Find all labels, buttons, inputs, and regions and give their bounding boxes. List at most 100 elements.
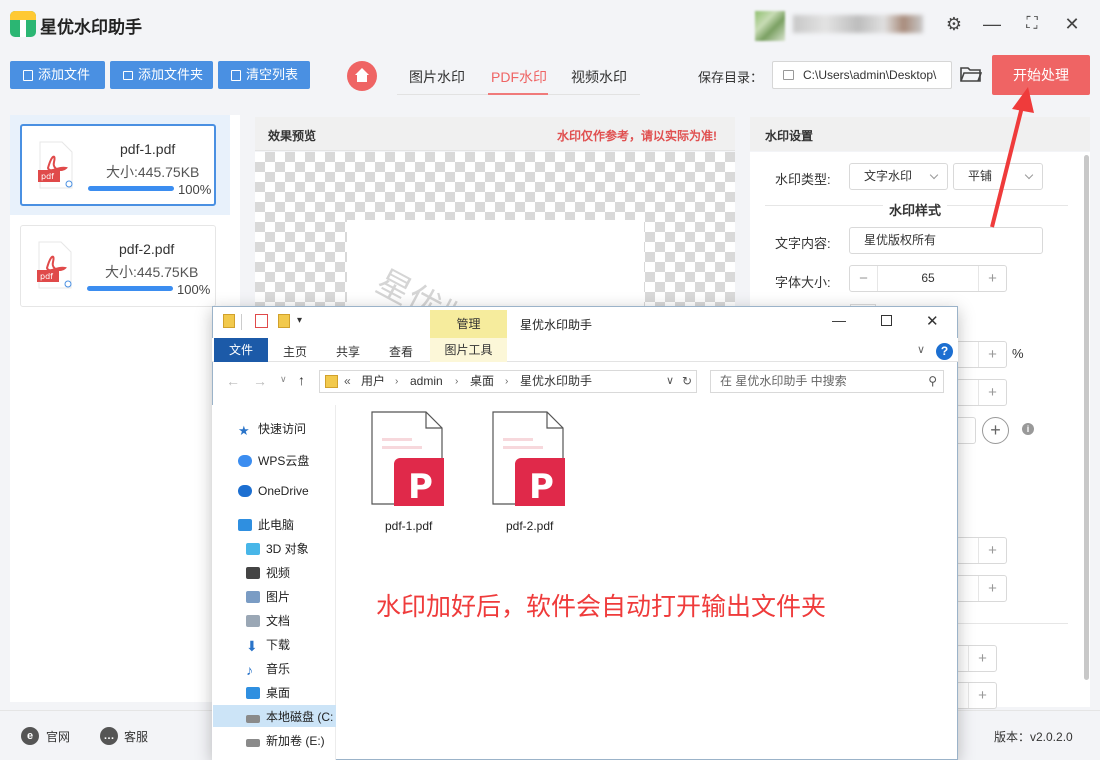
info-icon[interactable]: i [1022, 423, 1034, 435]
service-link[interactable]: 客服 [124, 728, 148, 745]
nav-desktop[interactable]: 桌面 [246, 684, 290, 701]
save-dir-input[interactable]: C:\Users\admin\Desktop\ [772, 61, 952, 89]
plus-icon[interactable]: + [978, 576, 1006, 601]
ribbon-tab-share[interactable]: 共享 [336, 343, 360, 360]
nav-videos[interactable]: 视频 [246, 564, 290, 581]
nav-label: 新加卷 (E:) [266, 734, 325, 748]
watermark-type-select[interactable]: 文字水印 [849, 163, 948, 190]
stepper-control[interactable]: + [956, 379, 1007, 406]
ribbon-tab-picture-tools[interactable]: 图片工具 [430, 338, 507, 362]
minus-icon[interactable]: − [850, 266, 878, 291]
explorer-file-name[interactable]: pdf-2.pdf [506, 519, 553, 533]
recent-dropdown-icon[interactable]: ∨ [280, 374, 287, 385]
breadcrumb-item[interactable]: admin [410, 371, 443, 392]
user-avatar[interactable] [755, 11, 785, 41]
pdf-file-icon: pdf [37, 241, 72, 289]
home-button[interactable] [347, 61, 377, 91]
ribbon-tab-file[interactable]: 文件 [214, 338, 268, 362]
nav-pictures[interactable]: 图片 [246, 588, 290, 605]
chevron-down-icon[interactable]: ∨ [666, 371, 674, 392]
trash-icon [231, 70, 241, 81]
nav-label: 桌面 [266, 686, 291, 700]
explorer-file-name[interactable]: pdf-1.pdf [385, 519, 432, 533]
pdf-file-icon[interactable]: P [491, 410, 565, 506]
up-icon[interactable]: ↑ [298, 372, 305, 388]
breadcrumb-item[interactable]: 用户 [361, 371, 385, 392]
nav-downloads[interactable]: ⬇ 下载 [246, 636, 290, 654]
plus-icon[interactable]: + [978, 342, 1006, 367]
file-card[interactable]: pdf pdf-1.pdf 大小:445.75KB 100% [20, 124, 216, 206]
progress-bar [87, 286, 173, 291]
website-icon[interactable]: e [21, 727, 39, 745]
text-content-label: 文字内容: [775, 236, 831, 251]
nav-local-disk-c[interactable]: 本地磁盘 (C: [246, 708, 334, 725]
user-name-blurred [793, 15, 923, 33]
ribbon-tab-home[interactable]: 主页 [283, 343, 307, 360]
dropdown-icon[interactable]: ▾ [297, 315, 302, 326]
ribbon-tab-view[interactable]: 查看 [389, 343, 413, 360]
picture-icon [246, 591, 260, 603]
help-icon[interactable]: ? [936, 343, 953, 360]
expand-ribbon-icon[interactable]: ∨ [917, 343, 925, 356]
breadcrumb-item[interactable]: 桌面 [470, 371, 494, 392]
minimize-icon[interactable]: — [832, 312, 846, 328]
new-folder-icon[interactable] [278, 314, 290, 328]
close-icon[interactable]: ✕ [1058, 10, 1086, 38]
stepper-control[interactable]: + [956, 682, 997, 709]
maximize-icon[interactable]: ⛶ [1018, 10, 1046, 38]
properties-icon[interactable] [255, 314, 268, 328]
preview-note: 水印仅作参考，请以实际为准! [557, 129, 717, 143]
tab-pdf-watermark[interactable]: PDF水印 [491, 67, 547, 87]
close-icon[interactable]: ✕ [926, 312, 939, 330]
nav-quick-access[interactable]: ★ 快速访问 [238, 420, 306, 438]
service-chat-icon[interactable]: … [100, 727, 118, 745]
forward-icon[interactable]: → [253, 373, 267, 389]
nav-new-volume-e[interactable]: 新加卷 (E:) [246, 732, 325, 749]
plus-icon[interactable]: + [968, 646, 996, 671]
settings-scrollbar[interactable] [1084, 155, 1089, 680]
add-folder-button[interactable]: 添加文件夹 [110, 61, 213, 89]
nav-3d-objects[interactable]: 3D 对象 [246, 540, 309, 557]
search-input[interactable]: 在 星优水印助手 中搜索 ⚲ [710, 370, 944, 393]
nav-this-pc[interactable]: 此电脑 [238, 516, 294, 533]
manage-tab[interactable]: 管理 [430, 310, 507, 338]
clear-list-button[interactable]: 清空列表 [218, 61, 310, 89]
file-card[interactable]: pdf pdf-2.pdf 大小:445.75KB 100% [20, 225, 216, 307]
percent-sign: % [1012, 346, 1024, 361]
tab-video-watermark[interactable]: 视频水印 [571, 67, 627, 87]
website-link[interactable]: 官网 [46, 728, 70, 745]
stepper-control[interactable]: + [956, 645, 997, 672]
breadcrumb-separator: › [455, 376, 459, 387]
search-icon[interactable]: ⚲ [928, 371, 937, 392]
pdf-file-icon[interactable]: P [370, 410, 444, 506]
tab-image-watermark[interactable]: 图片水印 [409, 67, 465, 87]
overflow-icon[interactable]: « [344, 371, 351, 392]
minimize-icon[interactable]: — [978, 10, 1006, 38]
nav-label: 3D 对象 [266, 542, 309, 556]
open-folder-icon[interactable] [960, 65, 982, 83]
plus-icon[interactable]: + [968, 683, 996, 708]
plus-icon[interactable]: + [978, 380, 1006, 405]
color-select[interactable] [956, 417, 976, 444]
font-size-stepper[interactable]: − 65 + [849, 265, 1007, 292]
address-bar[interactable]: « 用户 › admin › 桌面 › 星优水印助手 ∨ ↻ [319, 370, 697, 393]
nav-music[interactable]: ♪ 音乐 [246, 660, 290, 678]
plus-icon[interactable]: + [978, 266, 1006, 291]
nav-onedrive[interactable]: OneDrive [238, 484, 309, 498]
settings-icon[interactable]: ⚙ [940, 10, 968, 38]
breadcrumb-item[interactable]: 星优水印助手 [520, 371, 592, 392]
nav-documents[interactable]: 文档 [246, 612, 290, 629]
refresh-icon[interactable]: ↻ [682, 371, 692, 392]
nav-wps-cloud[interactable]: WPS云盘 [238, 452, 309, 469]
nav-label: 本地磁盘 (C: [266, 710, 334, 724]
svg-text:pdf: pdf [41, 172, 54, 181]
opacity-stepper[interactable]: + [956, 341, 1007, 368]
stepper-control[interactable]: + [956, 537, 1007, 564]
add-color-icon[interactable]: + [982, 417, 1009, 444]
stepper-control[interactable]: + [956, 575, 1007, 602]
pdf-file-icon: pdf [38, 141, 73, 189]
back-icon[interactable]: ← [226, 373, 240, 389]
add-file-button[interactable]: 添加文件 [10, 61, 105, 89]
plus-icon[interactable]: + [978, 538, 1006, 563]
maximize-icon[interactable] [881, 315, 892, 326]
